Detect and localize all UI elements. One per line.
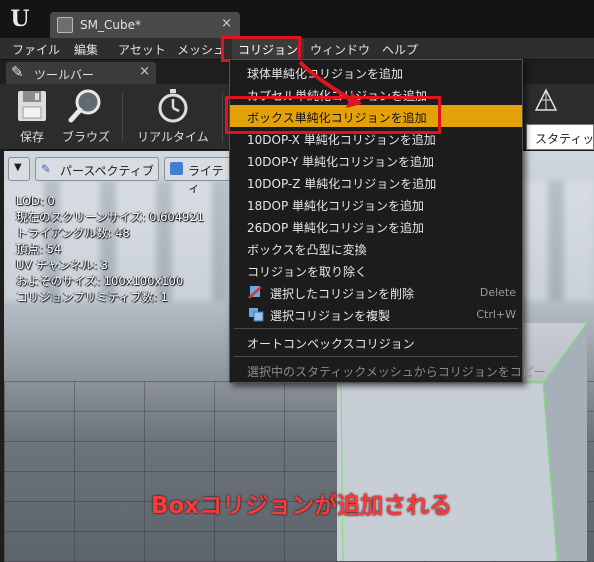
toolbar-panel-tab[interactable]: ✎ ツールバー ×	[6, 62, 156, 84]
menu-file[interactable]: ファイル	[12, 41, 60, 58]
save-icon	[18, 91, 46, 121]
realtime-label: リアルタイム	[137, 130, 209, 144]
perspective-button[interactable]: ✎ パースペクティブ	[35, 157, 159, 181]
realtime-button[interactable]: リアルタイム	[133, 88, 213, 146]
menu-window[interactable]: ウィンドウ	[310, 41, 370, 58]
wrench-icon: ✎	[11, 63, 24, 81]
annotation-caption: Boxコリジョンが追加される	[151, 493, 453, 519]
unreal-logo-icon: U	[10, 6, 30, 32]
mesh-stats: LOD: 0 現在のスクリーンサイズ: 0.604921 トライアングル数: 4…	[16, 193, 204, 305]
stat-screen-size: 現在のスクリーンサイズ: 0.604921	[16, 210, 204, 224]
menu-item-add-10dop-z[interactable]: 10DOP-Z 単純化コリジョンを追加	[230, 171, 522, 193]
asset-tab[interactable]: SM_Cube* ×	[50, 12, 240, 38]
menu-item-convert-box-to-convex[interactable]: ボックスを凸型に変換	[230, 237, 522, 259]
menu-item-remove-collision[interactable]: コリジョンを取り除く	[230, 259, 522, 281]
stopwatch-icon	[158, 89, 188, 123]
duplicate-icon	[249, 308, 264, 322]
stat-uv-channels: UV チャンネル: 3	[16, 258, 108, 272]
mesh-wire-icon	[534, 88, 558, 111]
menu-item-add-10dop-y[interactable]: 10DOP-Y 単純化コリジョンを追加	[230, 149, 522, 171]
duplicate-shortcut: Ctrl+W	[476, 308, 516, 321]
asset-tab-label: SM_Cube*	[80, 18, 141, 32]
stat-approx-size: およそのサイズ: 100x100x100	[16, 274, 184, 288]
static-mesh-tooltip: スタティック	[526, 124, 594, 150]
static-mesh-icon	[57, 17, 73, 33]
menu-asset[interactable]: アセット	[118, 41, 166, 58]
browse-button[interactable]: ブラウズ	[54, 88, 118, 146]
menu-edit[interactable]: 編集	[74, 41, 98, 58]
camera-icon: ✎	[41, 162, 52, 176]
menu-help[interactable]: ヘルプ	[382, 41, 418, 58]
menu-mesh[interactable]: メッシュ	[177, 41, 225, 58]
toolbar-tab-label: ツールバー	[34, 68, 95, 82]
box-collision-highlight-box	[225, 96, 441, 134]
menu-item-auto-convex-collision[interactable]: オートコンベックスコリジョン	[230, 331, 522, 353]
title-bar: U SM_Cube* ×	[0, 0, 594, 38]
delete-shortcut: Delete	[479, 286, 516, 299]
magnifier-icon	[68, 89, 101, 123]
viewport-options-button[interactable]: ▼	[8, 157, 30, 181]
toolbar-separator	[222, 92, 223, 142]
lit-button[interactable]: ライティ	[164, 157, 234, 195]
delete-icon	[248, 286, 262, 299]
close-toolbar-button[interactable]: ×	[139, 64, 150, 79]
menu-item-duplicate-selected-collision[interactable]: 選択コリジョンを複製 Ctrl+W	[230, 303, 522, 325]
lit-label: ライティ	[188, 164, 224, 195]
stat-collision-primitives: コリジョンプリミティブ数: 1	[16, 290, 168, 304]
lit-sphere-icon	[170, 162, 183, 175]
stat-triangles: トライアングル数: 48	[16, 226, 130, 240]
menu-separator	[234, 356, 518, 357]
stat-vertices: 頂点: 54	[16, 242, 62, 256]
browse-label: ブラウズ	[61, 130, 110, 144]
menu-item-add-sphere[interactable]: 球体単純化コリジョンを追加	[230, 61, 522, 83]
menu-item-add-18dop[interactable]: 18DOP 単純化コリジョンを追加	[230, 193, 522, 215]
menu-item-delete-selected-collision[interactable]: 選択したコリジョンを削除 Delete	[230, 281, 522, 303]
menu-item-copy-collision-from-selected[interactable]: 選択中のスタティックメッシュからコリジョンをコピー	[230, 359, 546, 381]
perspective-label: パースペクティブ	[60, 164, 154, 178]
menu-separator	[234, 328, 518, 329]
close-tab-button[interactable]: ×	[221, 16, 232, 31]
menu-item-add-26dop[interactable]: 26DOP 単純化コリジョンを追加	[230, 215, 522, 237]
stat-lod: LOD: 0	[16, 194, 55, 208]
toolbar-separator	[122, 92, 123, 142]
